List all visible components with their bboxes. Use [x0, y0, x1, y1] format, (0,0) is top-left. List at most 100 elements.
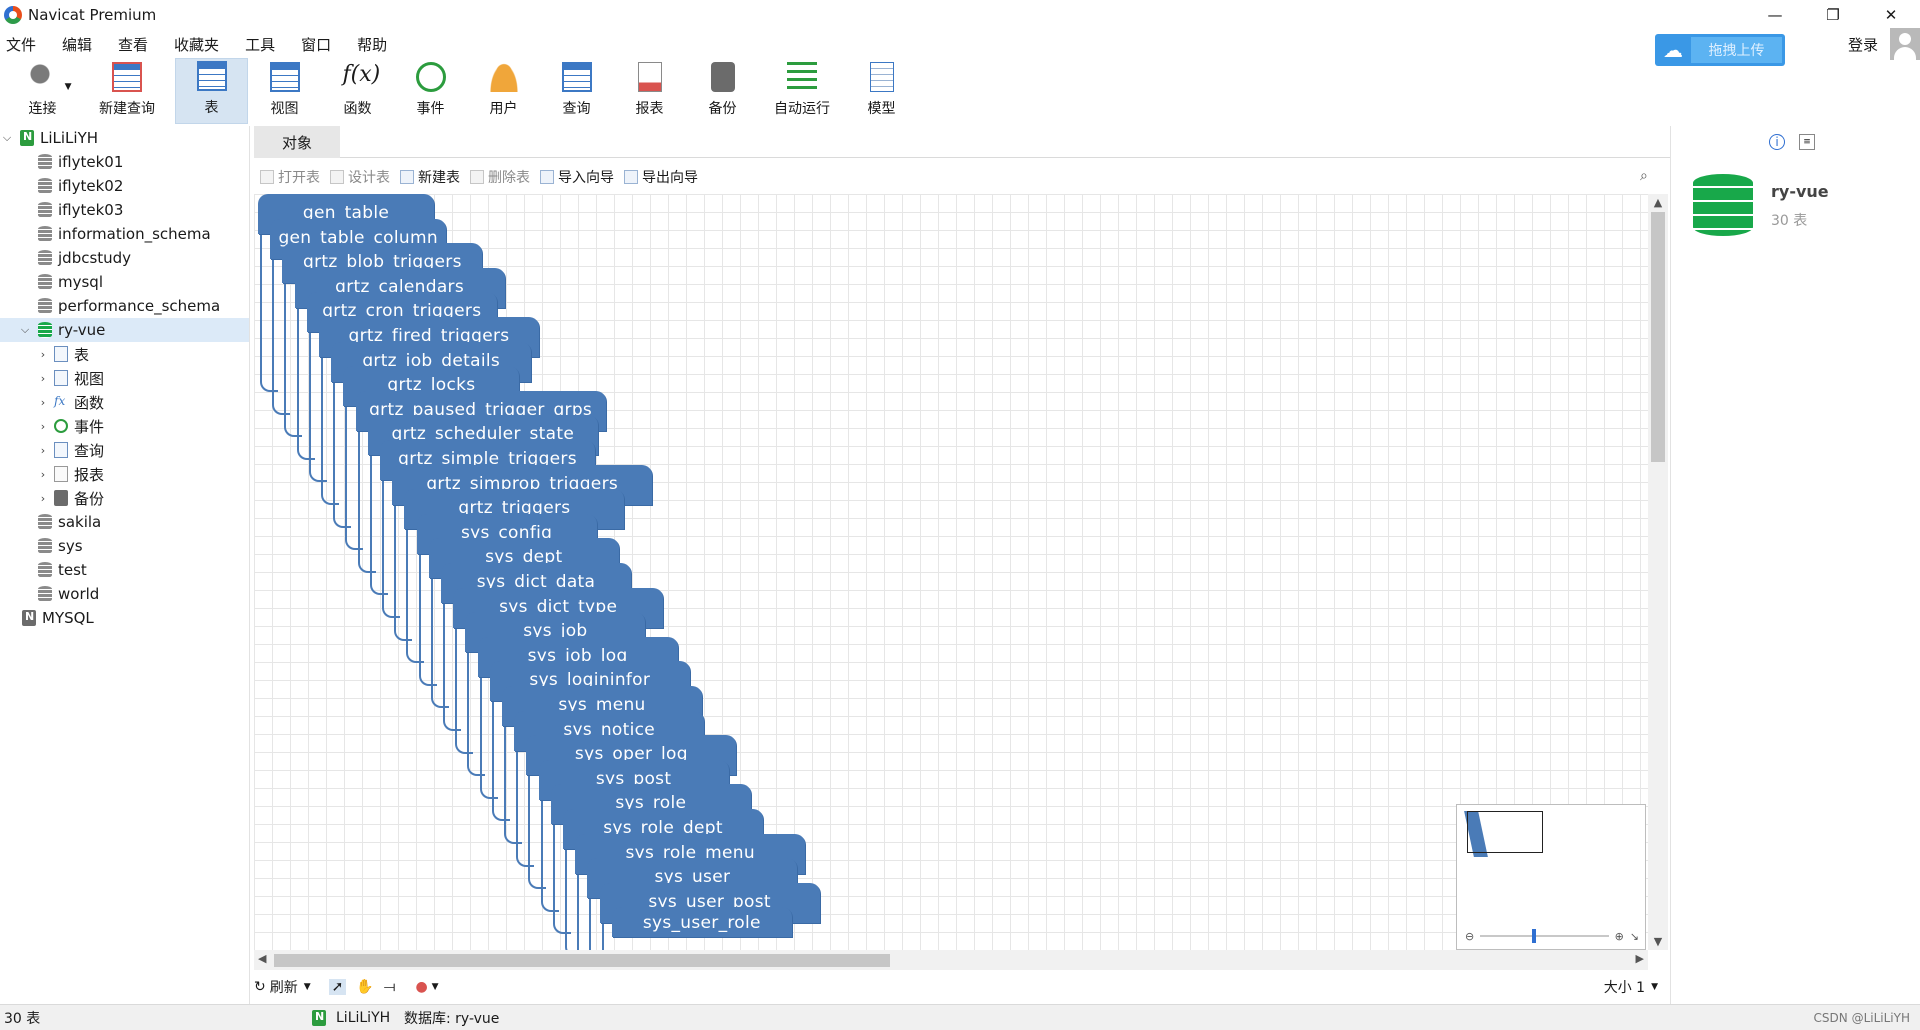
- login-link[interactable]: 登录: [1848, 34, 1878, 55]
- table-card[interactable]: sys_user_role: [611, 907, 792, 938]
- tree-item-views[interactable]: › 视图: [0, 366, 249, 390]
- tree-item-backups[interactable]: › 备份: [0, 486, 249, 510]
- menu-help[interactable]: 帮助: [347, 34, 397, 55]
- hand-tool-button[interactable]: ✋: [356, 979, 373, 995]
- tree-item-database[interactable]: world: [0, 582, 249, 606]
- zoom-slider-knob[interactable]: [1532, 929, 1537, 943]
- search-icon[interactable]: ⌕: [1640, 168, 1648, 184]
- tree-item-database[interactable]: iflytek01: [0, 150, 249, 174]
- avatar[interactable]: [1890, 28, 1920, 60]
- view-button[interactable]: 视图: [248, 58, 321, 124]
- chevron-right-icon[interactable]: ›: [36, 444, 50, 457]
- vertical-scrollbar[interactable]: ▲ ▼: [1648, 194, 1668, 950]
- horizontal-scrollbar[interactable]: ◀ ▶: [254, 950, 1648, 970]
- new-query-button[interactable]: 新建查询: [79, 58, 175, 124]
- event-button[interactable]: 事件: [394, 58, 467, 124]
- tree-item-database[interactable]: sys: [0, 534, 249, 558]
- chevron-right-icon[interactable]: ›: [36, 492, 50, 505]
- query-button[interactable]: 查询: [540, 58, 613, 124]
- query-icon: [561, 62, 592, 92]
- connector-tool-button[interactable]: ⟞: [384, 979, 396, 995]
- pointer-tool-button[interactable]: ➚: [328, 979, 347, 995]
- scroll-down-icon[interactable]: ▼: [1648, 935, 1668, 948]
- chevron-right-icon[interactable]: ›: [36, 372, 50, 385]
- view-icon: [269, 62, 300, 92]
- refresh-button[interactable]: ↻ 刷新 ▼: [254, 977, 311, 997]
- chevron-down-icon[interactable]: ⌵: [18, 323, 32, 337]
- connection-icon: [312, 1009, 326, 1026]
- connector-icon: ⟞: [383, 979, 396, 995]
- chevron-right-icon[interactable]: ›: [36, 468, 50, 481]
- tree-item-database[interactable]: iflytek03: [0, 198, 249, 222]
- tree-item-reports[interactable]: › 报表: [0, 462, 249, 486]
- scroll-thumb[interactable]: [274, 954, 890, 967]
- fit-icon[interactable]: ↘: [1630, 930, 1639, 943]
- tree-item-queries[interactable]: › 查询: [0, 438, 249, 462]
- tree-item-events[interactable]: › 事件: [0, 414, 249, 438]
- tree-item-connection[interactable]: ⌵ LiLiLiYH: [0, 126, 249, 150]
- new-table-icon: [400, 170, 414, 184]
- zoom-in-icon[interactable]: ⊕: [1615, 930, 1624, 943]
- automation-button[interactable]: 自动运行: [759, 58, 845, 124]
- model-button[interactable]: 模型: [845, 58, 918, 124]
- chevron-right-icon[interactable]: ›: [36, 396, 50, 409]
- restore-button[interactable]: ❐: [1804, 0, 1862, 30]
- menu-file[interactable]: 文件: [0, 34, 46, 55]
- size-dropdown[interactable]: 大小 1 ▼: [1604, 977, 1658, 997]
- table-icon: [196, 61, 227, 91]
- delete-table-icon: [470, 170, 484, 184]
- window-title: Navicat Premium: [28, 6, 157, 24]
- scroll-right-icon[interactable]: ▶: [1636, 952, 1644, 965]
- tree-item-database[interactable]: iflytek02: [0, 174, 249, 198]
- close-button[interactable]: ✕: [1862, 0, 1920, 30]
- menu-favorites[interactable]: 收藏夹: [164, 34, 229, 55]
- tree-item-database-selected[interactable]: ⌵ ry-vue: [0, 318, 249, 342]
- tree-item-database[interactable]: jdbcstudy: [0, 246, 249, 270]
- connection-button[interactable]: ▼ 连接: [6, 58, 79, 124]
- import-icon: [540, 170, 554, 184]
- chevron-down-icon[interactable]: ⌵: [0, 131, 14, 145]
- zoom-out-icon[interactable]: ⊖: [1465, 930, 1474, 943]
- export-wizard-button[interactable]: 导出向导: [624, 167, 698, 187]
- ddl-icon[interactable]: ≡: [1799, 134, 1815, 150]
- info-icon[interactable]: i: [1769, 134, 1785, 150]
- tree-item-database[interactable]: performance_schema: [0, 294, 249, 318]
- color-button[interactable]: ● ▼: [415, 979, 438, 995]
- tree-item-database[interactable]: information_schema: [0, 222, 249, 246]
- menu-tools[interactable]: 工具: [235, 34, 285, 55]
- delete-table-button[interactable]: 删除表: [470, 167, 530, 187]
- diagram-canvas[interactable]: gen_table gen_table_column qrtz_blob_trigg…: [254, 194, 1648, 950]
- tree-item-tables[interactable]: › 表: [0, 342, 249, 366]
- tab-objects[interactable]: 对象: [254, 126, 340, 158]
- tree-item-database[interactable]: test: [0, 558, 249, 582]
- tree-item-connection[interactable]: MYSQL: [0, 606, 249, 630]
- minimap[interactable]: ⊖ ⊕ ↘: [1456, 804, 1646, 950]
- scroll-thumb[interactable]: [1651, 212, 1665, 462]
- menu-edit[interactable]: 编辑: [52, 34, 102, 55]
- minimap-viewport[interactable]: [1467, 811, 1543, 853]
- chevron-right-icon[interactable]: ›: [36, 420, 50, 433]
- new-table-button[interactable]: 新建表: [400, 167, 460, 187]
- user-button[interactable]: 用户: [467, 58, 540, 124]
- tree-item-database[interactable]: mysql: [0, 270, 249, 294]
- tree-item-functions[interactable]: › fx 函数: [0, 390, 249, 414]
- event-icon: [415, 62, 446, 92]
- minimize-button[interactable]: —: [1746, 0, 1804, 30]
- import-wizard-button[interactable]: 导入向导: [540, 167, 614, 187]
- chevron-right-icon[interactable]: ›: [36, 348, 50, 361]
- scroll-left-icon[interactable]: ◀: [258, 952, 266, 965]
- database-icon: [38, 298, 52, 314]
- backup-button[interactable]: 备份: [686, 58, 759, 124]
- scroll-up-icon[interactable]: ▲: [1648, 196, 1668, 209]
- design-table-button[interactable]: 设计表: [330, 167, 390, 187]
- query-icon: [54, 442, 68, 458]
- function-button[interactable]: f(x) 函数: [321, 58, 394, 124]
- report-button[interactable]: 报表: [613, 58, 686, 124]
- table-button[interactable]: 表: [175, 58, 248, 124]
- cloud-upload-button[interactable]: ☁ 拖拽上传: [1655, 34, 1785, 66]
- menu-view[interactable]: 查看: [108, 34, 158, 55]
- tree-item-database[interactable]: sakila: [0, 510, 249, 534]
- zoom-slider[interactable]: [1480, 929, 1609, 943]
- menu-window[interactable]: 窗口: [291, 34, 341, 55]
- open-table-button[interactable]: 打开表: [260, 167, 320, 187]
